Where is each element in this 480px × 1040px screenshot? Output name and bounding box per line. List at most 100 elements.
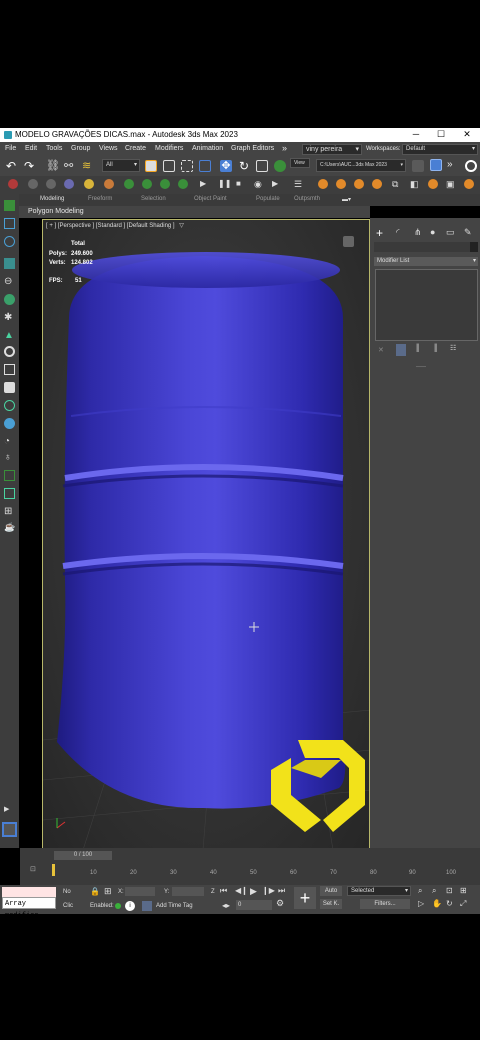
next-frame-icon[interactable]: ❙▶ [262, 886, 275, 895]
render-frame-icon[interactable]: ▣ [446, 179, 458, 191]
pan-icon[interactable]: ✋ [432, 899, 442, 908]
filter-icon[interactable]: ▽ [179, 223, 184, 229]
stop-icon[interactable]: ■ [236, 179, 248, 191]
modifier-list-dropdown[interactable]: Modifier List ▾ [374, 257, 478, 266]
tab-selection[interactable]: Selection [141, 196, 166, 202]
layer-icon[interactable] [28, 179, 38, 189]
scene-explorer-icon[interactable] [4, 200, 15, 211]
pin-stack-icon[interactable]: ✕ [378, 346, 388, 356]
y-coordinate-field[interactable] [172, 887, 204, 896]
object-color-swatch[interactable] [470, 242, 478, 252]
object-name-field[interactable] [374, 242, 470, 252]
filter-icon[interactable]: ⊖ [4, 276, 15, 287]
render-setup-icon[interactable] [428, 179, 438, 189]
cone-icon[interactable]: ▲ [4, 330, 15, 341]
render-icon[interactable] [372, 179, 382, 189]
minimize-button[interactable]: ─ [409, 129, 423, 139]
selection-filter-dropdown[interactable]: All ▾ [102, 159, 140, 172]
go-to-start-icon[interactable]: ⏮ [220, 886, 227, 896]
viewcube-icon[interactable] [343, 236, 354, 247]
zoom-all-icon[interactable]: ⌕ [432, 886, 436, 896]
zoom-extents-icon[interactable]: ⊡ [446, 886, 453, 895]
menu-edit[interactable]: Edit [25, 145, 37, 152]
mini-curve-icon[interactable]: ⊡ [30, 865, 36, 873]
absolute-mode-icon[interactable]: ⊞ [104, 886, 112, 897]
layer-icon[interactable] [8, 179, 18, 189]
time-tag-icon[interactable] [142, 901, 152, 911]
x-coordinate-field[interactable] [125, 887, 155, 896]
layer-icon[interactable] [46, 179, 56, 189]
rectangular-selection-icon[interactable] [181, 160, 193, 172]
torus-icon[interactable] [4, 400, 15, 411]
layer-icon[interactable] [84, 179, 94, 189]
render-icon[interactable] [336, 179, 346, 189]
info-icon[interactable]: i [125, 901, 135, 911]
menu-file[interactable]: File [5, 145, 16, 152]
autodesk-icon[interactable] [465, 160, 477, 172]
add-time-tag-button[interactable]: Add Time Tag [156, 903, 193, 909]
layer-icon[interactable] [124, 179, 134, 189]
configure-modifier-sets-icon[interactable]: ☷ [450, 344, 456, 352]
helper-icon[interactable] [4, 470, 15, 481]
filters-button[interactable]: Filters... [360, 899, 410, 909]
bind-space-warp-icon[interactable]: ≋ [82, 160, 94, 172]
link-icon[interactable]: ⛓ [46, 160, 60, 172]
layer-explorer-icon[interactable] [4, 218, 15, 229]
time-configuration-icon[interactable]: ⚙ [276, 898, 284, 909]
menu-modifiers[interactable]: Modifiers [155, 145, 183, 152]
create-tab-icon[interactable]: + [376, 226, 383, 240]
spacewarp-icon[interactable] [4, 488, 15, 499]
move-icon[interactable]: ✥ [220, 160, 232, 172]
current-frame-field[interactable]: 0 [236, 900, 272, 910]
light-icon[interactable] [4, 294, 15, 305]
reference-coordinate-dropdown[interactable]: View [290, 158, 310, 168]
project-path-dropdown[interactable]: C:\Users\AUC...3ds Max 2023 ▾ [316, 159, 406, 172]
tab-freeform[interactable]: Freeform [88, 196, 112, 202]
viewport-layout-icon[interactable] [2, 822, 17, 837]
show-end-result-icon[interactable] [396, 344, 406, 356]
viewport-label[interactable]: [ + ] [Perspective ] [Standard ] [Defaul… [46, 222, 184, 229]
sort-icon[interactable] [4, 258, 15, 269]
place-icon[interactable] [274, 160, 286, 172]
display-icon[interactable] [4, 236, 15, 247]
display-tab-icon[interactable]: ▭ [446, 227, 455, 238]
menu-animation[interactable]: Animation [192, 145, 223, 152]
user-account-dropdown[interactable]: viny pereira ▾ [302, 144, 362, 155]
menu-tools[interactable]: Tools [46, 145, 62, 152]
modify-tab-icon[interactable]: ◜ [396, 227, 400, 238]
orbit-icon[interactable]: ↻ [446, 899, 453, 908]
polygon-modeling-label[interactable]: Polygon Modeling [28, 208, 84, 215]
render-icon[interactable] [318, 179, 328, 189]
project-folder-icon[interactable] [412, 160, 424, 172]
active-shade-icon[interactable] [464, 179, 474, 189]
previous-frame-icon[interactable]: ◀❙ [235, 886, 248, 895]
select-by-name-icon[interactable] [163, 160, 175, 172]
layer-icon[interactable] [104, 179, 114, 189]
time-slider[interactable]: 0 / 100 [54, 851, 112, 860]
motion-tab-icon[interactable]: ● [430, 227, 435, 237]
perspective-viewport[interactable] [42, 219, 370, 849]
record-icon[interactable]: ◉ [254, 179, 266, 191]
save-icon[interactable] [430, 159, 442, 171]
tab-modeling[interactable]: Modeling [40, 196, 64, 202]
toolbar-more[interactable]: » [447, 159, 453, 170]
systems-icon[interactable]: ⊞ [4, 506, 15, 517]
zoom-icon[interactable]: ⌕ [418, 886, 422, 896]
set-key-big-icon[interactable]: + [294, 887, 316, 909]
play-icon[interactable]: ▶ [200, 179, 212, 191]
workspace-dropdown[interactable]: Default ▾ [402, 144, 478, 155]
lock-selection-icon[interactable]: 🔒 [90, 887, 100, 897]
maxscript-listener-output[interactable] [2, 887, 56, 897]
key-filter-dropdown[interactable]: Selected ▾ [347, 886, 411, 896]
enabled-toggle[interactable] [115, 903, 121, 909]
geosphere-icon[interactable] [4, 418, 15, 429]
pause-icon[interactable]: ❚❚ [218, 179, 231, 191]
modifier-stack[interactable] [375, 269, 478, 341]
maximize-button[interactable]: ☐ [434, 129, 448, 140]
window-crossing-icon[interactable] [199, 160, 211, 172]
sphere-icon[interactable] [4, 346, 15, 357]
maximize-viewport-icon[interactable]: ⤢ [460, 899, 466, 909]
menu-more[interactable]: » [282, 143, 287, 153]
hierarchy-tab-icon[interactable]: ⋔ [414, 227, 422, 238]
lightbulb-icon[interactable]: ♁ [4, 452, 15, 463]
